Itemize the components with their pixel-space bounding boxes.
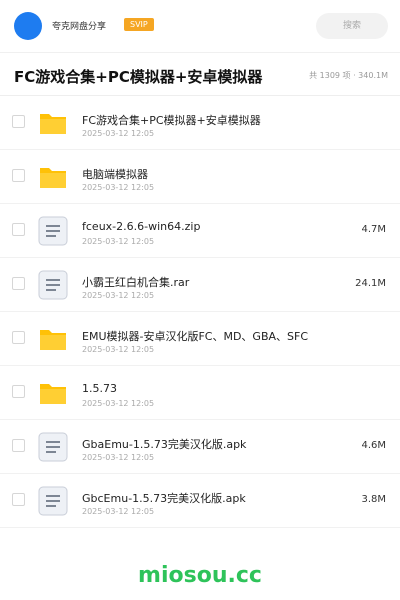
checkbox[interactable] xyxy=(12,277,25,290)
list-item[interactable]: GbaEmu-1.5.73完美汉化版.apk 2025-03-12 12:05 … xyxy=(0,420,400,474)
folder-icon xyxy=(38,378,68,408)
file-name: 1.5.73 xyxy=(82,382,117,395)
checkbox[interactable] xyxy=(12,223,25,236)
document-icon xyxy=(38,216,68,246)
file-size: 4.7M xyxy=(361,224,386,235)
file-name: GbaEmu-1.5.73完美汉化版.apk xyxy=(82,438,247,451)
checkbox[interactable] xyxy=(12,331,25,344)
file-date: 2025-03-12 12:05 xyxy=(82,291,155,300)
search-button[interactable]: 搜索 xyxy=(316,13,388,39)
avatar[interactable] xyxy=(14,12,42,40)
file-name: EMU模拟器-安卓汉化版FC、MD、GBA、SFC xyxy=(82,330,309,343)
file-name: 电脑端模拟器 xyxy=(82,168,148,181)
list-item[interactable]: GbcEmu-1.5.73完美汉化版.apk 2025-03-12 12:05 … xyxy=(0,474,400,528)
file-size: 4.6M xyxy=(361,440,386,451)
file-date: 2025-03-12 12:05 xyxy=(82,129,155,138)
file-name: GbcEmu-1.5.73完美汉化版.apk xyxy=(82,492,246,505)
svip-badge: SVIP xyxy=(124,18,154,31)
document-icon xyxy=(38,432,68,462)
document-icon xyxy=(38,486,68,516)
folder-icon xyxy=(38,162,68,192)
file-size: 3.8M xyxy=(361,494,386,505)
site-logo: miosou.cc xyxy=(138,563,262,588)
checkbox[interactable] xyxy=(12,385,25,398)
file-date: 2025-03-12 12:05 xyxy=(82,453,155,462)
folder-header: FC游戏合集+PC模拟器+安卓模拟器 共 1309 项 · 340.1M xyxy=(0,53,400,95)
file-list: FC游戏合集+PC模拟器+安卓模拟器 2025-03-12 12:05 电脑端模… xyxy=(0,96,400,528)
folder-icon xyxy=(38,108,68,138)
file-date: 2025-03-12 12:05 xyxy=(82,183,155,192)
page-title: FC游戏合集+PC模拟器+安卓模拟器 xyxy=(14,68,263,86)
file-date: 2025-03-12 12:05 xyxy=(82,399,155,408)
user-name: 夸克网盘分享 xyxy=(52,22,107,32)
file-name: fceux-2.6.6-win64.zip xyxy=(82,220,201,233)
checkbox[interactable] xyxy=(12,439,25,452)
list-item[interactable]: FC游戏合集+PC模拟器+安卓模拟器 2025-03-12 12:05 xyxy=(0,96,400,150)
list-item[interactable]: 电脑端模拟器 2025-03-12 12:05 xyxy=(0,150,400,204)
file-size: 24.1M xyxy=(355,278,386,289)
list-item[interactable]: EMU模拟器-安卓汉化版FC、MD、GBA、SFC 2025-03-12 12:… xyxy=(0,312,400,366)
checkbox[interactable] xyxy=(12,493,25,506)
list-item[interactable]: fceux-2.6.6-win64.zip 2025-03-12 12:05 4… xyxy=(0,204,400,258)
file-date: 2025-03-12 12:05 xyxy=(82,507,155,516)
file-name: FC游戏合集+PC模拟器+安卓模拟器 xyxy=(82,114,261,127)
top-bar: 夸克网盘分享 SVIP 搜索 xyxy=(0,0,400,52)
list-item[interactable]: 小霸王红白机合集.rar 2025-03-12 12:05 24.1M xyxy=(0,258,400,312)
checkbox[interactable] xyxy=(12,115,25,128)
folder-icon xyxy=(38,324,68,354)
checkbox[interactable] xyxy=(12,169,25,182)
list-item[interactable]: 1.5.73 2025-03-12 12:05 xyxy=(0,366,400,420)
file-name: 小霸王红白机合集.rar xyxy=(82,276,190,289)
document-icon xyxy=(38,270,68,300)
folder-stats: 共 1309 项 · 340.1M xyxy=(309,71,388,80)
file-date: 2025-03-12 12:05 xyxy=(82,237,155,246)
file-date: 2025-03-12 12:05 xyxy=(82,345,155,354)
